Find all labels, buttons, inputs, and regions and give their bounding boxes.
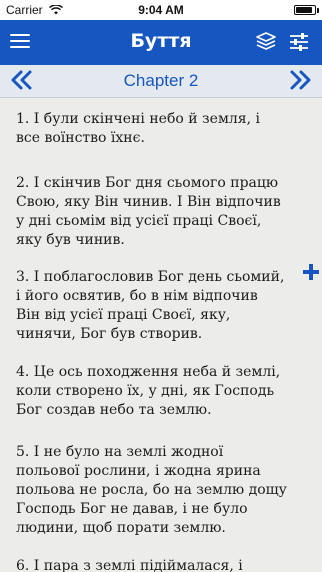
- chapter-bar: Chapter 2: [0, 65, 322, 98]
- scripture-content[interactable]: 1. І були скінчені небо й земля, і все в…: [0, 98, 322, 572]
- double-chevron-right-icon[interactable]: [288, 69, 312, 91]
- battery-fill: [296, 7, 313, 13]
- clock-time: 9:04 AM: [138, 3, 184, 17]
- chapter-label[interactable]: Chapter 2: [0, 71, 322, 91]
- sliders-icon[interactable]: [288, 31, 310, 53]
- verse-1[interactable]: 1. І були скінчені небо й земля, і все в…: [16, 110, 316, 148]
- navigation-bar: Буття: [0, 20, 322, 65]
- add-bookmark-plus-icon[interactable]: [302, 263, 320, 281]
- verse-6[interactable]: 6. І пара з землі підіймалася, і: [16, 557, 316, 572]
- verse-5[interactable]: 5. І не було на землі жодної польової ро…: [16, 443, 316, 538]
- status-bar: Carrier 9:04 AM: [0, 0, 322, 20]
- book-icon[interactable]: [255, 31, 277, 53]
- verse-2[interactable]: 2. І скінчив Бог дня сьомого працю Свою,…: [16, 174, 316, 250]
- verse-3[interactable]: 3. І поблагословив Бог день сьомий, і йо…: [16, 268, 316, 344]
- verse-4[interactable]: 4. Це ось походження неба й землі, коли …: [16, 363, 316, 420]
- battery-icon: [294, 5, 319, 15]
